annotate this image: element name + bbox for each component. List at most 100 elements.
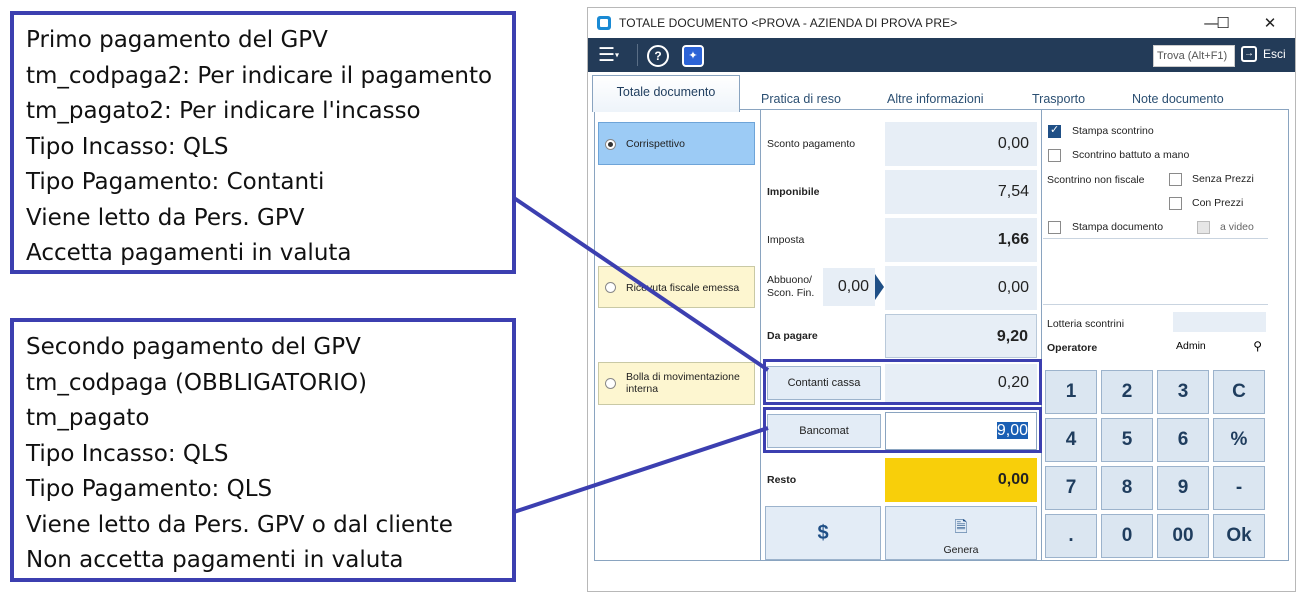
annotation-line: Tipo Incasso: QLS [26, 440, 229, 467]
tab-bar: Totale documento Pratica di reso Altre i… [588, 72, 1295, 112]
highlight-bancomat [763, 407, 1042, 453]
annotation-line: Viene letto da Pers. GPV [26, 204, 305, 231]
keypad-key-1[interactable]: 1 [1045, 370, 1097, 414]
keypad-key-9[interactable]: 9 [1157, 466, 1209, 510]
highlight-contanti [763, 359, 1042, 405]
tab-trasporto[interactable]: Trasporto [1032, 92, 1085, 106]
annotation-line: Primo pagamento del GPV [26, 27, 328, 53]
genera-label: Genera [943, 544, 979, 556]
keypad-key-ok[interactable]: Ok [1213, 514, 1265, 558]
annotation-line: tm_pagato2: Per indicare l'incasso [26, 98, 421, 124]
radio-ricevuta-fiscale[interactable] [605, 282, 616, 293]
lotteria-label: Lotteria scontrini [1047, 318, 1125, 330]
a-video-label: a video [1220, 221, 1254, 233]
keypad-key-00[interactable]: 00 [1157, 514, 1209, 558]
search-input[interactable]: Trova (Alt+F1) [1153, 45, 1235, 67]
radio-bolla-movimentazione[interactable] [605, 378, 616, 389]
app-icon [597, 16, 611, 30]
divider [1043, 238, 1268, 239]
annotation-line: Viene letto da Pers. GPV o dal cliente [26, 511, 453, 538]
resto-value: 0,00 [885, 458, 1037, 502]
tab-content: Corrispettivo Ricevuta fiscale emessa Bo… [594, 109, 1289, 561]
help-icon[interactable]: ? [647, 45, 669, 67]
arrow-right-icon[interactable] [875, 274, 884, 300]
stampa-scontrino-label: Stampa scontrino [1072, 125, 1154, 137]
dapagare-value: 9,20 [885, 314, 1037, 358]
scontrino-non-fiscale-label: Scontrino non fiscale [1047, 174, 1145, 186]
annotation-first-payment: Primo pagamento del GPV tm_codpaga2: Per… [10, 11, 516, 274]
keypad-key-dot[interactable]: . [1045, 514, 1097, 558]
annotation-line: Non accetta pagamenti in valuta [26, 547, 404, 573]
stampa-scontrino-checkbox[interactable] [1048, 123, 1061, 138]
window-title: TOTALE DOCUMENTO <PROVA - AZIENDA DI PRO… [619, 16, 958, 30]
operatore-label: Operatore [1047, 342, 1098, 354]
keypad-key-percent[interactable]: % [1213, 418, 1265, 462]
divider [1043, 304, 1268, 305]
keypad-key-3[interactable]: 3 [1157, 370, 1209, 414]
keypad-key-2[interactable]: 2 [1101, 370, 1153, 414]
panel-divider [760, 110, 761, 560]
lotteria-input[interactable] [1173, 312, 1266, 332]
scontrino-mano-label: Scontrino battuto a mano [1072, 149, 1190, 161]
search-icon[interactable]: ⚲ [1253, 336, 1262, 356]
dapagare-label: Da pagare [767, 330, 818, 342]
resto-label: Resto [767, 474, 797, 486]
ai-assistant-icon[interactable]: ✦ [682, 45, 704, 67]
keypad-key-0[interactable]: 0 [1101, 514, 1153, 558]
exit-button[interactable]: Esci [1263, 47, 1286, 61]
imposta-label: Imposta [767, 234, 805, 246]
maximize-button[interactable]: ☐ [1208, 11, 1238, 35]
operatore-value: Admin [1176, 340, 1206, 352]
a-video-checkbox[interactable] [1197, 221, 1210, 234]
senza-prezzi-checkbox[interactable] [1169, 173, 1182, 186]
keypad-key-8[interactable]: 8 [1101, 466, 1153, 510]
con-prezzi-checkbox[interactable] [1169, 197, 1182, 210]
document-icon: 🗎 [954, 519, 968, 536]
annotation-line: tm_pagato [26, 405, 150, 431]
annotation-second-payment: Secondo pagamento del GPV tm_codpaga (OB… [10, 318, 516, 582]
stampa-documento-label: Stampa documento [1072, 221, 1164, 233]
scontrino-mano-checkbox[interactable] [1048, 149, 1061, 162]
keypad-key-7[interactable]: 7 [1045, 466, 1097, 510]
title-bar: TOTALE DOCUMENTO <PROVA - AZIENDA DI PRO… [588, 8, 1295, 38]
annotation-line: tm_codpaga (OBBLIGATORIO) [26, 369, 367, 396]
operatore-input[interactable]: Admin ⚲ [1173, 336, 1266, 356]
option-bolla-movimentazione[interactable]: Bolla di movimentazione interna [598, 362, 755, 405]
annotation-line: Secondo pagamento del GPV [26, 334, 361, 360]
option-ricevuta-fiscale[interactable]: Ricevuta fiscale emessa [598, 266, 755, 308]
sconto-label: Sconto pagamento [767, 138, 856, 150]
option-label: Ricevuta fiscale emessa [626, 282, 740, 294]
tab-altre-informazioni[interactable]: Altre informazioni [887, 92, 984, 106]
menu-icon[interactable]: ☰▾ [598, 44, 630, 66]
annotation-line: Tipo Pagamento: QLS [26, 476, 273, 502]
radio-corrispettivo[interactable] [605, 139, 616, 150]
option-corrispettivo[interactable]: Corrispettivo [598, 122, 755, 165]
keypad-key-4[interactable]: 4 [1045, 418, 1097, 462]
tab-totale-documento[interactable]: Totale documento [592, 75, 740, 112]
annotation-line: tm_codpaga2: Per indicare il pagamento [26, 62, 493, 89]
keypad-key-clear[interactable]: C [1213, 370, 1265, 414]
keypad-key-6[interactable]: 6 [1157, 418, 1209, 462]
abbuono-small-value[interactable]: 0,00 [823, 268, 875, 306]
dollar-button[interactable]: $ [765, 506, 881, 560]
senza-prezzi-label: Senza Prezzi [1192, 173, 1254, 185]
stampa-documento-checkbox[interactable] [1048, 221, 1061, 234]
imponibile-value: 7,54 [885, 170, 1037, 214]
annotation-line: Tipo Pagamento: Contanti [26, 169, 325, 195]
totale-documento-window: TOTALE DOCUMENTO <PROVA - AZIENDA DI PRO… [587, 7, 1296, 592]
tab-pratica-di-reso[interactable]: Pratica di reso [761, 92, 841, 106]
genera-button[interactable]: 🗎 Genera [885, 506, 1037, 560]
con-prezzi-label: Con Prezzi [1192, 197, 1244, 209]
keypad-key-5[interactable]: 5 [1101, 418, 1153, 462]
close-button[interactable]: ✕ [1255, 11, 1285, 35]
exit-icon[interactable]: → [1241, 46, 1257, 62]
toolbar-separator [637, 44, 638, 66]
abbuono-value: 0,00 [885, 266, 1037, 310]
keypad-key-minus[interactable]: - [1213, 466, 1265, 510]
tab-note-documento[interactable]: Note documento [1132, 92, 1224, 106]
imposta-value: 1,66 [885, 218, 1037, 262]
annotation-line: Accetta pagamenti in valuta [26, 240, 352, 266]
sconto-value: 0,00 [885, 122, 1037, 166]
option-label: Corrispettivo [626, 138, 685, 150]
imponibile-label: Imponibile [767, 186, 820, 198]
